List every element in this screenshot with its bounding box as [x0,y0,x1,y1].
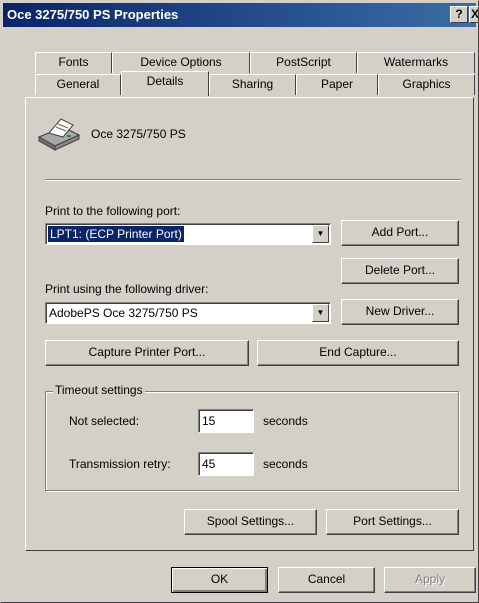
help-button[interactable]: ? [450,6,468,23]
properties-dialog: Oce 3275/750 PS Properties ? X Fonts Dev… [0,0,479,603]
help-icon: ? [455,7,463,21]
tab-sharing[interactable]: Sharing [209,74,296,95]
apply-button[interactable]: Apply [384,567,476,593]
close-button[interactable]: X [469,6,479,23]
tab-watermarks[interactable]: Watermarks [357,52,475,73]
tab-paper[interactable]: Paper [296,74,378,95]
title-bar[interactable]: Oce 3275/750 PS Properties ? X [3,3,479,27]
close-icon: X [471,7,479,21]
window-title: Oce 3275/750 PS Properties [7,7,179,22]
tab-details[interactable]: Details [121,71,209,96]
tab-graphics[interactable]: Graphics [378,74,475,95]
details-tab-panel [25,97,474,551]
tab-general[interactable]: General [35,74,121,95]
tab-fonts[interactable]: Fonts [35,52,112,73]
tab-postscript[interactable]: PostScript [250,52,357,73]
cancel-button[interactable]: Cancel [278,567,375,593]
tab-device-options[interactable]: Device Options [112,52,250,73]
ok-button[interactable]: OK [171,567,268,593]
